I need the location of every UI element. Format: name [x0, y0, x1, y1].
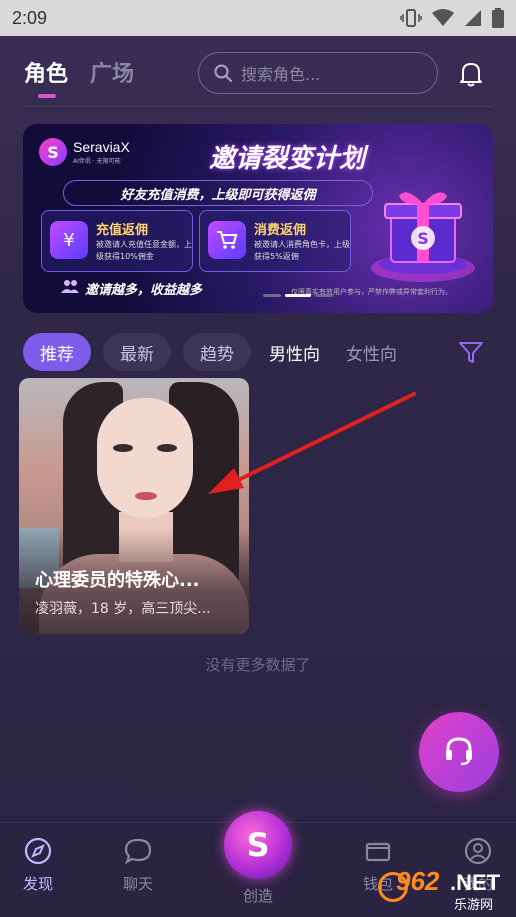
search-input[interactable]: 搜索角色... [198, 52, 438, 94]
card-image-eye [157, 444, 177, 452]
nav-chat-label: 聊天 [122, 875, 153, 893]
chip-recommended[interactable]: 推荐 [23, 333, 91, 371]
character-card-desc: 凌羽薇，18 岁，高三顶尖... [35, 601, 211, 617]
nav-divider [24, 106, 492, 107]
banner-card-desc: 被邀请人消费角色卡，上级获得5%返佣 [254, 240, 350, 261]
banner-card-spend: 消费返佣 被邀请人消费角色卡，上级获得5%返佣 [199, 210, 351, 272]
banner-bottom-text: 邀请越多，收益越多 [61, 278, 202, 298]
chat-icon [108, 835, 168, 867]
headset-icon [442, 733, 476, 771]
wallet-icon [348, 835, 408, 867]
chip-trending[interactable]: 趋势 [183, 333, 251, 371]
top-nav: 角色 广场 搜索角色... [0, 36, 516, 108]
nav-discover[interactable]: 发现 [8, 835, 68, 894]
filter-chips: 推荐 最新 趋势 男性向 女性向 [23, 333, 417, 371]
search-placeholder: 搜索角色... [241, 65, 321, 84]
card-image-face [97, 398, 193, 518]
annotation-arrow-icon [208, 392, 416, 494]
watermark-cn: 乐游网 [454, 897, 494, 912]
nav-create-label[interactable]: 创造 [228, 885, 288, 906]
chip-male-oriented[interactable]: 男性向 [263, 333, 326, 371]
card-image-eye [113, 444, 133, 452]
battery-icon [492, 8, 504, 28]
vibrate-icon [400, 8, 422, 28]
nav-create-text: 创造 [242, 887, 273, 905]
banner-bottom-label: 邀请越多，收益越多 [85, 282, 203, 298]
banner-card-recharge: ¥ 充值返佣 被邀请人充值任意金额，上级获得10%佣金 [41, 210, 193, 272]
tab-plaza[interactable]: 广场 [90, 56, 134, 88]
pagination-dot [263, 294, 281, 297]
support-button[interactable] [419, 712, 499, 792]
banner-card-title: 消费返佣 [254, 223, 307, 238]
nav-chat[interactable]: 聊天 [108, 835, 168, 894]
chip-latest[interactable]: 最新 [103, 333, 171, 371]
create-logo-icon[interactable]: S [224, 811, 292, 879]
chip-female-oriented[interactable]: 女性向 [340, 333, 403, 371]
banner-subtitle: 好友充值消费，上级即可获得返佣 [63, 180, 373, 206]
tab-characters[interactable]: 角色 [24, 56, 68, 98]
filter-icon[interactable] [458, 341, 484, 369]
bell-icon[interactable] [458, 60, 484, 92]
pagination-dot [315, 294, 333, 297]
watermark-net: .NET [450, 870, 501, 895]
promo-banner[interactable]: S SeraviaX AI伴侣 · 无限可能 邀请裂变计划 好友充值消费，上级即… [23, 124, 493, 313]
wifi-icon [432, 9, 454, 27]
card-image-lip [135, 492, 157, 500]
status-icons [400, 8, 504, 28]
status-time: 2:09 [12, 7, 48, 28]
seraviax-logo-icon: S [39, 138, 67, 166]
compass-icon [8, 835, 68, 867]
banner-card-desc: 被邀请人充值任意金额，上级获得10%佣金 [96, 240, 192, 261]
people-icon [61, 278, 79, 298]
banner-title: 邀请裂变计划 [209, 144, 366, 174]
status-bar: 2:09 [0, 0, 516, 36]
banner-logo: S SeraviaX AI伴侣 · 无限可能 [39, 138, 130, 166]
site-watermark: 962 .NET 乐游网 [378, 866, 512, 914]
svg-text:S: S [417, 229, 429, 248]
pagination-dot-active [285, 294, 311, 297]
banner-logo-text: SeraviaX [73, 139, 130, 155]
user-icon [448, 835, 508, 867]
character-card-title: 心理委员的特殊心... [35, 570, 200, 591]
nav-discover-label: 发现 [22, 875, 53, 893]
banner-card-title: 充值返佣 [96, 223, 149, 238]
banner-pagination [263, 294, 333, 297]
cart-icon [208, 221, 246, 259]
signal-icon [464, 9, 482, 27]
wallet-icon: ¥ [50, 221, 88, 259]
search-icon [213, 63, 233, 83]
banner-logo-sub: AI伴侣 · 无限可能 [73, 158, 121, 165]
list-end-text: 没有更多数据了 [205, 656, 311, 674]
watermark-number: 962 [396, 866, 440, 896]
gift-box-illustration: S [371, 192, 475, 282]
